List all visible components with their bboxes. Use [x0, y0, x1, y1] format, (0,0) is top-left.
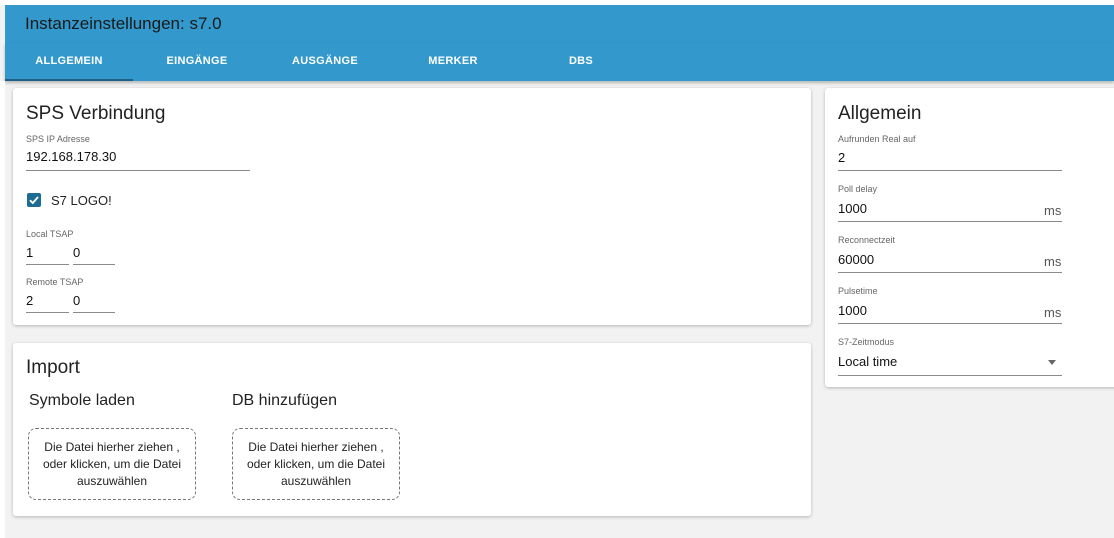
s7-logo-checkbox[interactable]	[27, 193, 41, 207]
dialog-title: Instanzeinstellungen: s7.0	[25, 14, 222, 33]
poll-delay-underline	[838, 221, 1062, 222]
tab-eingaenge[interactable]: EINGÄNGE	[133, 43, 261, 81]
connection-card: SPS Verbindung SPS IP Adresse 192.168.17…	[13, 88, 811, 325]
reconnect-unit: ms	[1044, 254, 1062, 269]
import-card: Import Symbole laden Die Datei hierher z…	[13, 343, 811, 516]
remote-tsap-underline-1	[26, 312, 69, 313]
db-dropzone[interactable]: Die Datei hierher ziehen , oder klicken,…	[232, 428, 400, 500]
pulsetime-unit: ms	[1044, 305, 1062, 320]
pulsetime-underline	[838, 323, 1062, 324]
tab-ausgaenge[interactable]: AUSGÄNGE	[261, 43, 389, 81]
pulsetime-input[interactable]: 1000	[838, 303, 867, 318]
db-dropzone-text: Die Datei hierher ziehen , oder klicken,…	[246, 439, 386, 488]
poll-delay-unit: ms	[1044, 203, 1062, 218]
round-real-underline	[838, 170, 1062, 171]
timemode-underline	[838, 375, 1062, 376]
connection-card-title: SPS Verbindung	[26, 103, 166, 124]
symbols-dropzone-text: Die Datei hierher ziehen , oder klicken,…	[42, 439, 182, 488]
local-tsap-input-2[interactable]: 0	[73, 245, 80, 260]
import-card-title: Import	[26, 357, 80, 378]
reconnect-underline	[838, 272, 1062, 273]
general-card-title: Allgemein	[838, 103, 922, 124]
ip-address-label: SPS IP Adresse	[26, 134, 90, 144]
ip-address-underline	[26, 170, 250, 171]
tab-allgemein[interactable]: ALLGEMEIN	[5, 43, 133, 81]
local-tsap-input-1[interactable]: 1	[26, 245, 33, 260]
poll-delay-label: Poll delay	[838, 184, 878, 194]
tab-merker[interactable]: MERKER	[389, 43, 517, 81]
local-tsap-label: Local TSAP	[26, 229, 74, 239]
s7-logo-label: S7 LOGO!	[51, 193, 112, 208]
symbols-heading: Symbole laden	[29, 392, 135, 409]
ip-address-input[interactable]: 192.168.178.30	[26, 149, 116, 164]
timemode-label: S7-Zeitmodus	[838, 337, 895, 347]
remote-tsap-underline-2	[73, 312, 115, 313]
remote-tsap-label: Remote TSAP	[26, 277, 84, 287]
pulsetime-label: Pulsetime	[838, 286, 878, 296]
remote-tsap-input-2[interactable]: 0	[73, 293, 80, 308]
round-real-input[interactable]: 2	[838, 150, 845, 165]
general-card: Allgemein Aufrunden Real auf 2 Poll dela…	[825, 88, 1114, 387]
remote-tsap-input-1[interactable]: 2	[26, 293, 33, 308]
reconnect-input[interactable]: 60000	[838, 252, 874, 267]
dropdown-caret-icon[interactable]	[1048, 360, 1056, 365]
db-heading: DB hinzufügen	[232, 392, 337, 409]
poll-delay-input[interactable]: 1000	[838, 201, 867, 216]
round-real-label: Aufrunden Real auf	[838, 134, 916, 144]
left-edge	[0, 81, 5, 538]
dialog-title-bar: Instanzeinstellungen: s7.0	[5, 5, 1114, 43]
local-tsap-underline-2	[73, 264, 115, 265]
tab-bar: ALLGEMEIN EINGÄNGE AUSGÄNGE MERKER DBS	[5, 43, 1114, 81]
check-icon	[29, 196, 39, 205]
symbols-dropzone[interactable]: Die Datei hierher ziehen , oder klicken,…	[28, 428, 196, 500]
reconnect-label: Reconnectzeit	[838, 235, 896, 245]
tab-dbs[interactable]: DBS	[517, 43, 645, 81]
local-tsap-underline-1	[26, 264, 69, 265]
timemode-select[interactable]: Local time	[838, 354, 897, 369]
